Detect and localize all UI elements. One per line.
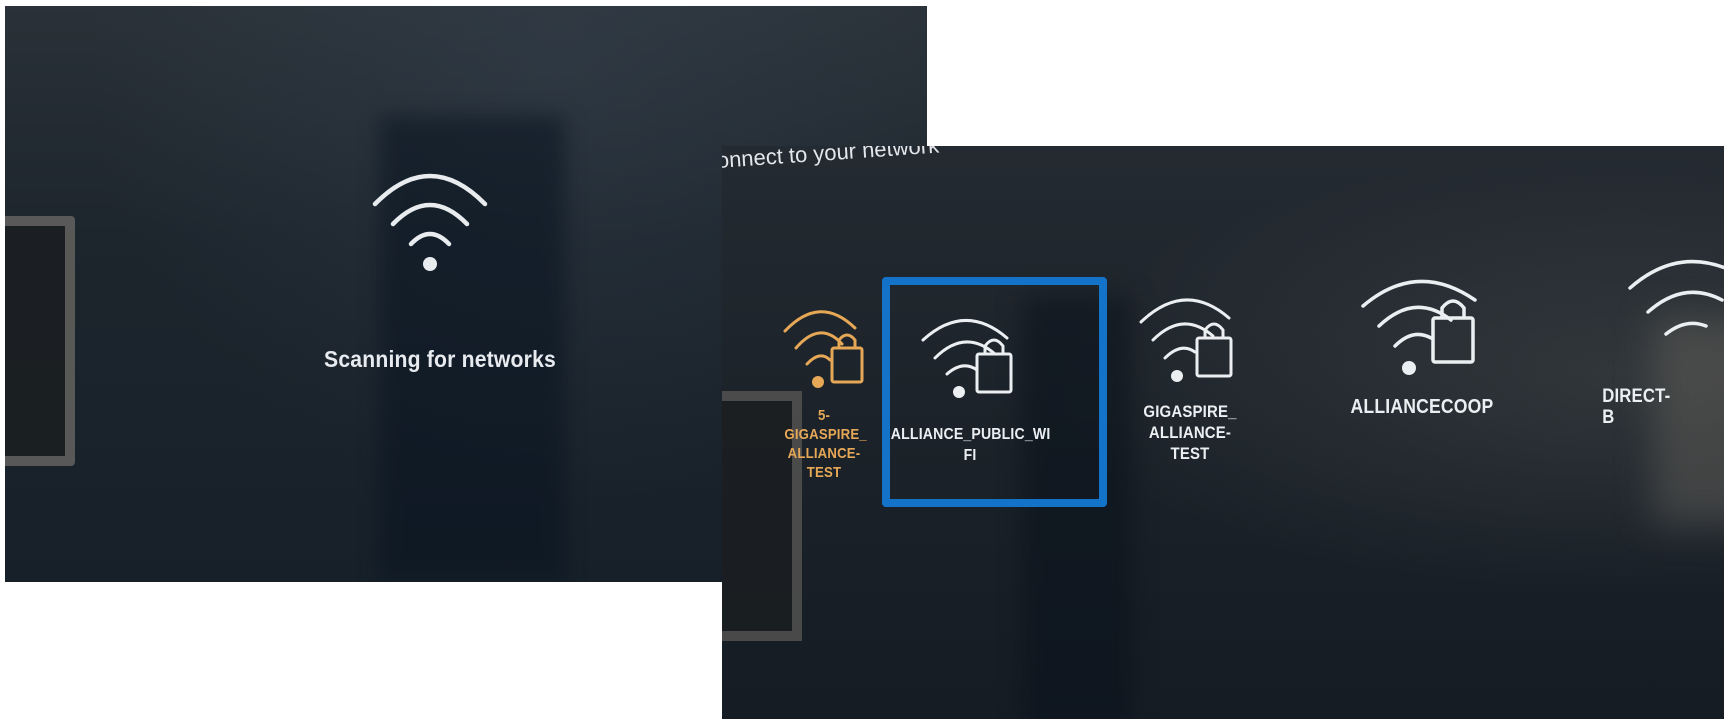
network-item-5-gigaspire-alliance-test[interactable]: 5-GIGASPIRE_ ALLIANCE- TEST <box>767 296 882 482</box>
wifi-locked-icon <box>1139 298 1233 382</box>
wifi-locked-icon <box>783 310 863 388</box>
network-name: ALLIANCECOOP <box>1350 396 1494 418</box>
network-name: GIGASPIRE_ ALLIANCE- TEST <box>1143 402 1237 463</box>
network-name: ALLIANCE_PUBLIC_WI FI <box>890 426 1051 464</box>
wifi-locked-icon <box>921 319 1013 398</box>
network-selection-screen: onnect to your network 5-GIGASPIRE_ ALLIA… <box>722 146 1724 719</box>
wifi-icon <box>372 173 488 271</box>
wifi-icon <box>1628 259 1724 336</box>
network-name: 5-GIGASPIRE_ ALLIANCE- TEST <box>784 407 867 481</box>
network-item-alliance-public-wifi[interactable]: ALLIANCE_PUBLIC_WI FI <box>880 306 1060 466</box>
network-item-direct-b[interactable]: DIRECT- B <box>1602 246 1724 428</box>
scanning-message: Scanning for networks <box>324 346 556 372</box>
network-name: DIRECT- B <box>1602 386 1671 428</box>
network-item-alliancecoop[interactable]: ALLIANCECOOP <box>1322 268 1522 418</box>
wall-frame-reflection <box>5 216 75 466</box>
wifi-locked-icon <box>1361 279 1477 375</box>
network-item-gigaspire-alliance-test[interactable]: GIGASPIRE_ ALLIANCE- TEST <box>1130 286 1250 464</box>
page-heading: onnect to your network <box>722 146 940 173</box>
